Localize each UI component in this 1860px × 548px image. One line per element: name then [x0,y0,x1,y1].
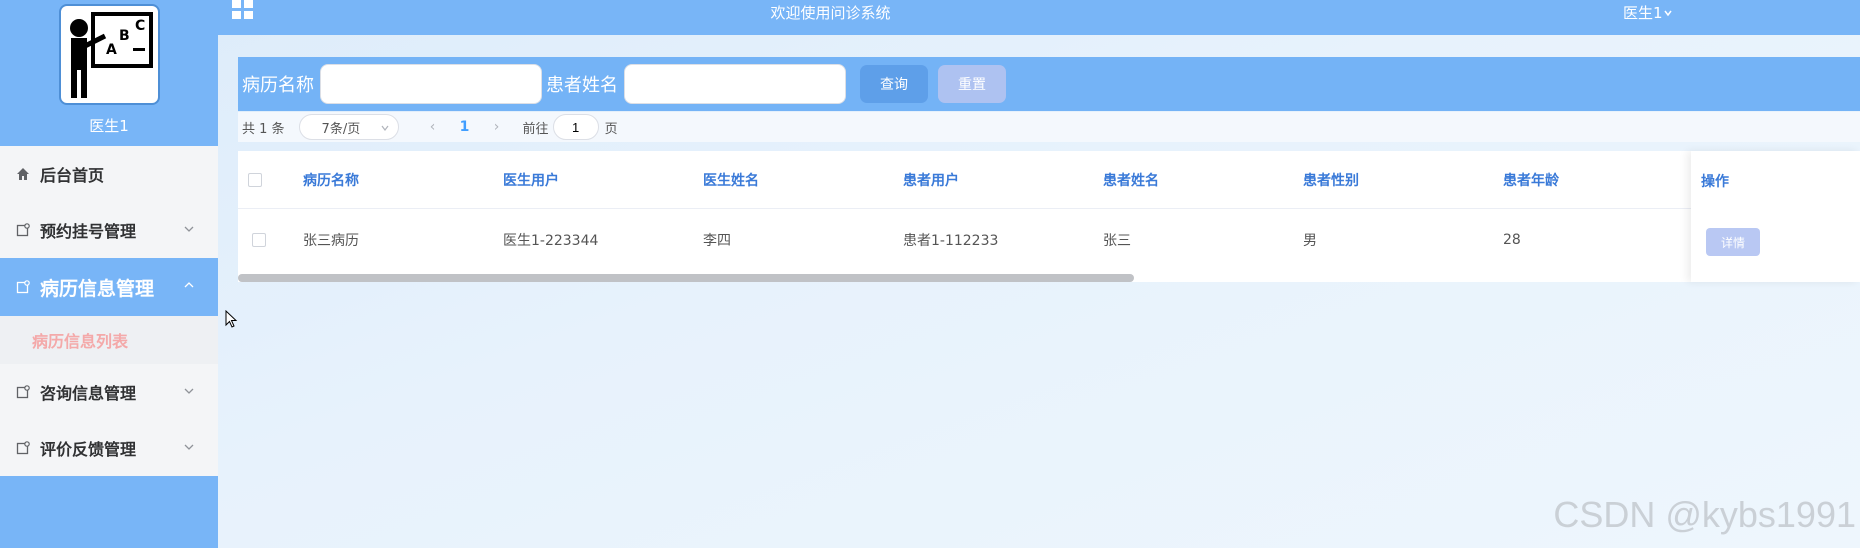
page-title: 欢迎使用问诊系统 [770,4,891,22]
user-dropdown[interactable]: 医生1 [1623,2,1673,23]
submenu-item-label: 病历信息列表 [32,332,129,351]
record-name-input[interactable] [320,64,542,104]
sidebar-item-label: 咨询信息管理 [40,384,137,403]
user-name: 医生1 [1623,4,1663,22]
table-cell: 医生1-223344 [503,233,599,249]
sidebar-item-consultation[interactable]: 咨询信息管理 [0,364,218,420]
column-header[interactable]: 医生姓名 [703,170,759,190]
submenu-item-medical-record-list[interactable]: 病历信息列表 [0,316,218,364]
record-name-label: 病历名称 [242,75,314,96]
column-header[interactable]: 病历名称 [303,170,359,190]
goto-label: 前往 [522,121,549,137]
chevron-down-icon [381,125,389,131]
chevron-down-icon [184,388,194,394]
sidebar-item-label: 病历信息管理 [40,277,155,300]
patient-name-label: 患者姓名 [546,75,618,96]
sidebar-item-feedback[interactable]: 评价反馈管理 [0,420,218,476]
search-bar: 病历名称 患者姓名 查询 重置 [238,57,1860,111]
caret-down-icon [1663,10,1672,16]
table-cell: 患者1-112233 [903,233,999,249]
table-cell: 男 [1303,233,1317,249]
page-size-value: 7条/页 [321,121,361,137]
doc-icon [16,223,30,237]
table-cell: 张三病历 [303,233,359,249]
watermark: CSDN @kybs1991 [1553,494,1856,535]
chevron-down-icon [184,444,194,450]
doc-icon [16,385,30,399]
table-header: 病历名称 医生用户 医生姓名 患者用户 患者姓名 患者性别 患者年龄 [238,151,1860,209]
sidebar-item-medical-records[interactable]: 病历信息管理 [0,258,218,316]
avatar[interactable]: A B C [58,4,160,105]
table-row[interactable]: 张三病历 医生1-223344 李四 患者1-112233 张三 男 28 [238,209,1860,271]
column-header[interactable]: 患者年龄 [1503,170,1559,190]
row-checkbox[interactable] [252,233,266,247]
doc-icon [16,441,30,455]
svg-text:A: A [106,42,117,58]
horizontal-scrollbar[interactable] [238,274,1134,282]
total-count: 共 1 条 [242,121,285,137]
table-cell: 李四 [703,233,731,249]
mouse-cursor-icon [225,310,238,328]
home-icon [17,168,29,180]
sidebar-item-appointment[interactable]: 预约挂号管理 [0,202,218,258]
sidebar-item-home[interactable]: 后台首页 [0,146,218,202]
svg-text:C: C [135,18,145,34]
page-size-select[interactable]: 7条/页 [298,114,399,140]
records-table: 病历名称 医生用户 医生姓名 患者用户 患者姓名 患者性别 患者年龄 张三病历 … [238,151,1860,282]
chevron-down-icon [184,226,194,232]
column-header[interactable]: 患者用户 [903,170,959,190]
sidebar-item-label: 后台首页 [40,166,105,185]
patient-name-input[interactable] [624,64,846,104]
detail-button[interactable]: 详情 [1706,228,1760,256]
query-button[interactable]: 查询 [860,65,928,103]
doc-icon [16,280,30,294]
svg-text:B: B [119,28,130,44]
select-all-checkbox[interactable] [248,172,262,187]
column-header[interactable]: 患者姓名 [1103,170,1159,190]
column-header[interactable]: 医生用户 [503,170,559,190]
prev-page-button[interactable]: ‹ [421,119,445,135]
pagination: 共 1 条 7条/页 ‹ 1 › 前往 页 [238,112,1860,142]
goto-page-input[interactable] [552,114,599,140]
table-cell: 28 [1503,232,1521,248]
profile: A B C 医生1 [0,0,218,146]
current-page[interactable]: 1 [445,119,485,135]
column-header[interactable]: 患者性别 [1303,170,1359,190]
sidebar-item-label: 评价反馈管理 [40,440,137,459]
page-unit-label: 页 [604,121,618,137]
chevron-up-icon [184,282,194,288]
next-page-button[interactable]: › [485,119,509,135]
sidebar: A B C 医生1 后台首页 预约挂号管理 病历信息管理 病历信息列表 咨询信息… [0,0,218,548]
top-header: 欢迎使用问诊系统 医生1 [218,0,1860,35]
operation-column: 操作 详情 [1691,151,1860,282]
sidebar-item-label: 预约挂号管理 [40,222,137,241]
sidebar-menu: 后台首页 预约挂号管理 病历信息管理 病历信息列表 咨询信息管理 评价反馈管理 [0,146,218,476]
reset-button[interactable]: 重置 [938,65,1006,103]
table-cell: 张三 [1103,233,1131,249]
column-header-operation: 操作 [1701,174,1729,190]
doctor-name: 医生1 [89,117,129,135]
